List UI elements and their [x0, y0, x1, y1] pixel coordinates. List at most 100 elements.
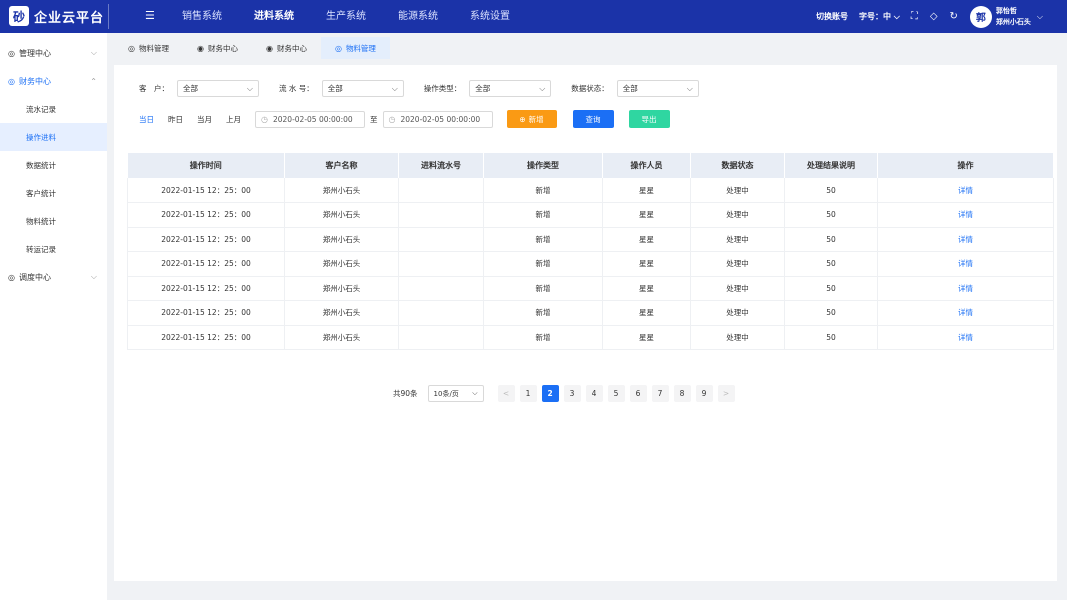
user-info[interactable]: 郭怡哲 郑州小石头 — [996, 6, 1031, 28]
refresh-icon[interactable]: ↻ — [950, 11, 958, 22]
quick-date-today[interactable]: 当日 — [139, 114, 154, 125]
add-button[interactable]: ⊕ 新增 — [506, 110, 557, 128]
page-button-7[interactable]: 7 — [651, 385, 669, 402]
cell-serial — [398, 325, 484, 350]
page-button-5[interactable]: 5 — [607, 385, 625, 402]
cell-serial — [398, 300, 484, 326]
sidebar-item-flow-records[interactable]: 流水记录 — [0, 95, 107, 123]
page-button-6[interactable]: 6 — [629, 385, 647, 402]
top-nav-item-incoming[interactable]: 进料系统 — [244, 0, 304, 33]
font-size-label: 字号：中 — [858, 12, 891, 21]
quick-date-yesterday[interactable]: 昨日 — [168, 114, 183, 125]
switch-account-link[interactable]: 切换账号 — [816, 11, 848, 22]
query-button[interactable]: 查询 — [572, 110, 614, 128]
status-value: 全部 — [622, 84, 638, 93]
cell-op-type: 新增 — [483, 202, 603, 228]
cell-operator: 星星 — [602, 251, 691, 277]
page-button-1[interactable]: 1 — [519, 385, 537, 402]
sidebar-item-data-stats[interactable]: 数据统计 — [0, 151, 107, 179]
cell-customer: 郑州小石头 — [284, 300, 399, 326]
sidebar-group-label: 管理中心 — [18, 48, 51, 58]
chevron-down-icon: ⌵ — [893, 12, 900, 21]
sidebar-group-finance[interactable]: ◎ 财务中心 ⌃ — [0, 67, 107, 95]
sidebar-item-incoming-operation[interactable]: 操作进料 — [0, 123, 107, 151]
serial-select[interactable]: 全部 ⌵ — [321, 80, 404, 97]
chevron-down-icon: ⌵ — [90, 48, 97, 57]
detail-link[interactable]: 详情 — [877, 202, 1054, 228]
tab-finance-center[interactable]: ◉ 财务中心 — [183, 37, 252, 59]
export-button[interactable]: 导出 — [628, 110, 670, 128]
brand[interactable]: 砂 企业云平台 — [9, 6, 104, 26]
tab-label: 财务中心 — [276, 43, 307, 53]
page-button-2[interactable]: 2 — [541, 385, 559, 402]
detail-link[interactable]: 详情 — [877, 300, 1054, 326]
quick-date-row: 当日 昨日 当月 上月 ◷ 2020-02-05 00:00:00 至 ◷ 2020… — [139, 110, 670, 128]
cell-customer: 郑州小石头 — [284, 202, 399, 228]
sidebar-item-material-stats[interactable]: 物料统计 — [0, 207, 107, 235]
cell-op-time: 2022-01-15 12：25：00 — [127, 276, 285, 301]
start-date-input[interactable]: ◷ 2020-02-05 00:00:00 — [255, 110, 365, 128]
top-nav-item-sales[interactable]: 销售系统 — [172, 0, 232, 33]
sidebar-item-transfer-records[interactable]: 转运记录 — [0, 235, 107, 263]
header-operator: 操作人员 — [602, 153, 691, 178]
avatar[interactable]: 郭 — [969, 5, 992, 28]
quick-date-last-month[interactable]: 上月 — [226, 114, 241, 125]
detail-link[interactable]: 详情 — [877, 325, 1054, 350]
sidebar-group-management[interactable]: ◎ 管理中心 ⌵ — [0, 39, 107, 67]
page-button-9[interactable]: 9 — [695, 385, 713, 402]
quick-date-this-month[interactable]: 当月 — [197, 114, 212, 125]
cell-status: 处理中 — [690, 227, 785, 252]
chevron-down-icon: ⌵ — [472, 389, 478, 397]
page-button-3[interactable]: 3 — [563, 385, 581, 402]
end-date-value: 2020-02-05 00:00:00 — [400, 114, 481, 124]
start-date-value: 2020-02-05 00:00:00 — [272, 114, 353, 124]
page-button-8[interactable]: 8 — [673, 385, 691, 402]
sidebar: ◎ 管理中心 ⌵ ◎ 财务中心 ⌃ 流水记录 操作进料 数据统计 客户统计 物料… — [0, 33, 107, 600]
cell-operator: 星星 — [602, 227, 691, 252]
next-page-button[interactable]: > — [717, 385, 735, 402]
serial-label: 流 水 号： — [279, 84, 314, 93]
tab-finance-center-2[interactable]: ◉ 财务中心 — [252, 37, 321, 59]
status-select[interactable]: 全部 ⌵ — [616, 80, 699, 97]
detail-link[interactable]: 详情 — [877, 227, 1054, 252]
end-date-input[interactable]: ◷ 2020-02-05 00:00:00 — [382, 110, 493, 128]
detail-link[interactable]: 详情 — [877, 178, 1054, 203]
brand-logo-icon: 砂 — [9, 6, 29, 26]
optype-select[interactable]: 全部 ⌵ — [469, 80, 552, 97]
theme-icon[interactable]: ◇ — [930, 11, 938, 22]
cell-op-time: 2022-01-15 12：25：00 — [127, 251, 285, 277]
circle-icon: ◎ — [334, 43, 342, 53]
brand-divider — [108, 4, 109, 29]
sidebar-item-customer-stats[interactable]: 客户统计 — [0, 179, 107, 207]
page-button-4[interactable]: 4 — [585, 385, 603, 402]
table-row: 2022-01-15 12：25：00 郑州小石头 新增 星星 处理中 50 详情 — [127, 276, 1054, 301]
fullscreen-icon[interactable]: ⛶ — [911, 11, 918, 22]
font-size-select[interactable]: 字号：中 ⌵ — [859, 11, 900, 22]
customer-select[interactable]: 全部 ⌵ — [177, 80, 259, 97]
chevron-up-icon: ⌃ — [90, 76, 97, 86]
cell-operator: 星星 — [602, 325, 691, 350]
sidebar-group-dispatch[interactable]: ◎ 调度中心 ⌵ — [0, 263, 107, 291]
menu-toggle-icon[interactable]: ☰ — [145, 9, 155, 22]
tab-label: 物料管理 — [138, 43, 169, 53]
tab-material-management-active[interactable]: ◎ 物料管理 — [320, 37, 390, 59]
detail-link[interactable]: 详情 — [877, 276, 1054, 301]
cell-op-time: 2022-01-15 12：25：00 — [127, 300, 285, 326]
prev-page-button[interactable]: < — [497, 385, 515, 402]
page-tabs: ◎ 物料管理 ◉ 财务中心 ◉ 财务中心 ◎ 物料管理 — [114, 37, 390, 59]
cell-op-type: 新增 — [483, 251, 603, 277]
top-nav-item-settings[interactable]: 系统设置 — [460, 0, 520, 33]
detail-link[interactable]: 详情 — [877, 251, 1054, 277]
top-nav-item-production[interactable]: 生产系统 — [316, 0, 376, 33]
user-menu-chevron-icon[interactable]: ⌵ — [1037, 12, 1043, 22]
cell-status: 处理中 — [690, 178, 785, 203]
top-nav-item-energy[interactable]: 能源系统 — [388, 0, 448, 33]
tab-label: 财务中心 — [207, 43, 238, 53]
tab-material-management[interactable]: ◎ 物料管理 — [114, 37, 183, 59]
table-row: 2022-01-15 12：25：00 郑州小石头 新增 星星 处理中 50 详情 — [127, 300, 1054, 326]
page-size-select[interactable]: 10条/页 ⌵ — [427, 385, 484, 402]
chevron-down-icon: ⌵ — [391, 83, 398, 93]
top-right-tools: 切换账号 字号：中 ⌵ ⛶ ◇ ↻ 郭 郭怡哲 郑州小石头 ⌵ — [816, 0, 1067, 33]
page-size-value: 10条/页 — [433, 389, 459, 398]
cell-serial — [398, 276, 484, 301]
